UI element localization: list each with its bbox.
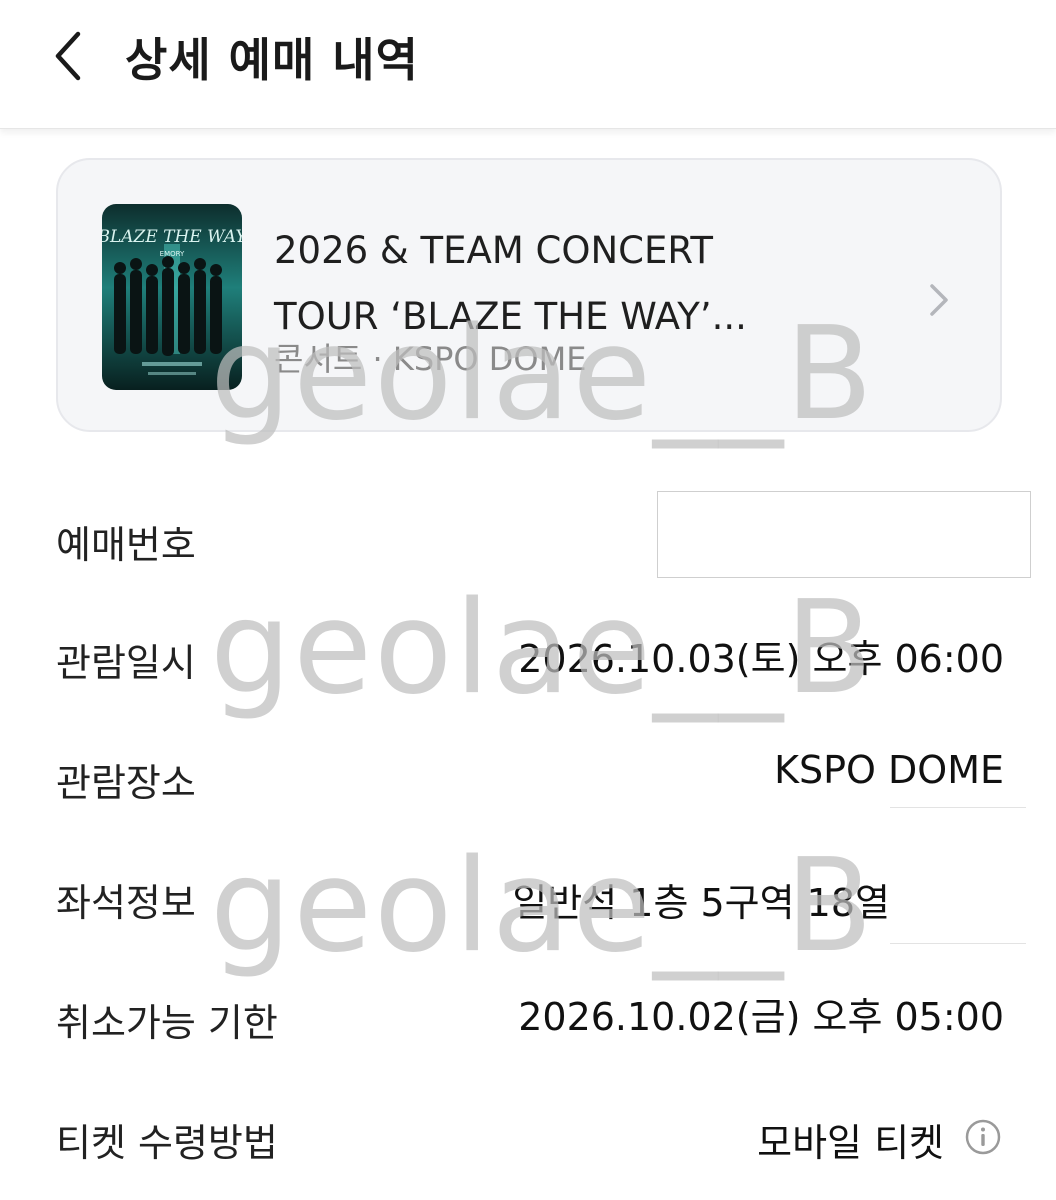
event-poster: BLAZE THE WAY EMORY [102, 204, 242, 390]
view-datetime-label: 관람일시 [56, 641, 196, 685]
event-meta: 콘서트 · KSPO DOME [274, 340, 587, 378]
view-datetime-value: 2026.10.03(토) 오후 06:00 [518, 637, 1004, 681]
booking-number-value [657, 491, 1031, 578]
seat-info-value: 일반석 1층 5구역 18열 [512, 881, 890, 925]
ticket-method-value: 모바일 티켓 [757, 1121, 944, 1165]
chevron-left-icon [55, 31, 81, 81]
divider [890, 943, 1026, 944]
event-title: 2026 & TEAM CONCERT TOUR ‘BLAZE THE WAY’… [274, 218, 834, 350]
venue-value: KSPO DOME [774, 748, 1004, 792]
venue-label: 관람장소 [56, 761, 196, 805]
booking-number-label: 예매번호 [56, 523, 196, 567]
event-card[interactable]: BLAZE THE WAY EMORY 2026 & TEAM CONCERT … [56, 158, 1002, 432]
seat-info-label: 좌석정보 [56, 881, 196, 925]
cancel-deadline-value: 2026.10.02(금) 오후 05:00 [518, 995, 1004, 1039]
divider [890, 807, 1026, 808]
event-title-line1: 2026 & TEAM CONCERT [274, 229, 713, 272]
app-header: 상세 예매 내역 [0, 0, 1056, 129]
poster-title: BLAZE THE WAY [102, 227, 242, 247]
info-circle-icon[interactable] [964, 1118, 1002, 1156]
poster-subtitle: EMORY [160, 250, 185, 258]
ticket-method-label: 티켓 수령방법 [56, 1121, 278, 1165]
chevron-right-icon [926, 280, 952, 320]
page-title: 상세 예매 내역 [125, 33, 419, 87]
back-button[interactable] [42, 26, 102, 86]
cancel-deadline-label: 취소가능 기한 [56, 1001, 278, 1045]
